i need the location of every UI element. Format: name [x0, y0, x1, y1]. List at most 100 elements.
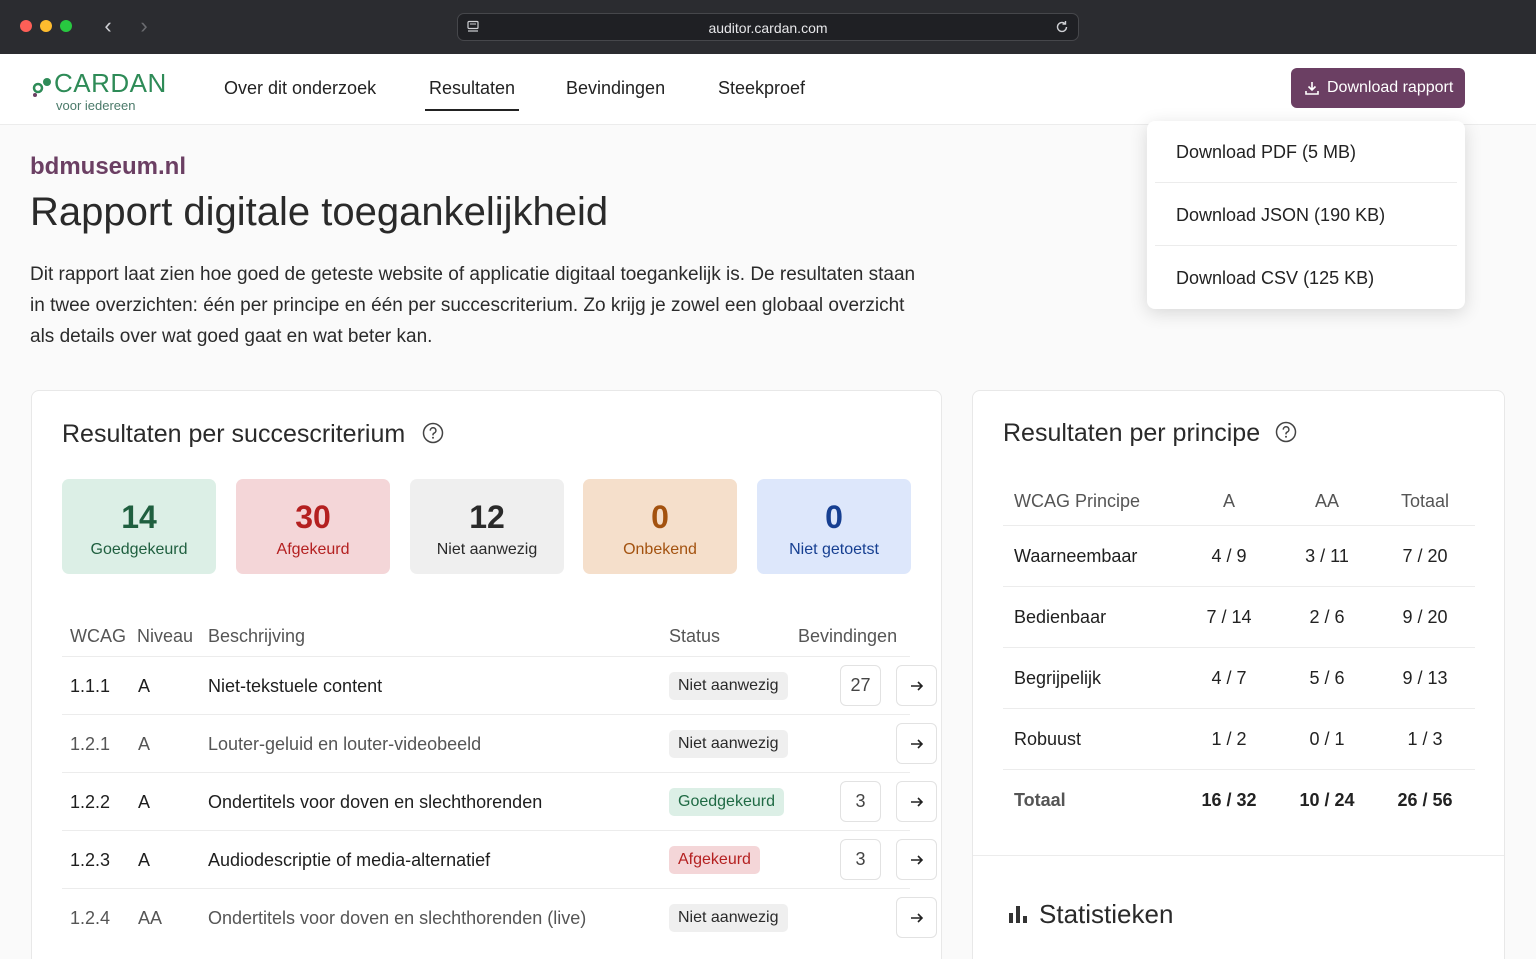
- download-report-button[interactable]: Download rapport: [1291, 68, 1465, 108]
- findings-count: 27: [840, 665, 881, 706]
- principle-a: 7 / 14: [1206, 607, 1252, 627]
- arrow-right-icon: [911, 739, 924, 749]
- principle-a: 4 / 7: [1211, 668, 1247, 688]
- logo-mark-icon: [32, 78, 51, 97]
- table-row: 1.1.1 A Niet-tekstuele content Niet aanwezi…: [62, 656, 937, 714]
- principle-row: Bedienbaar 7 / 14 2 / 6 9 / 20: [1003, 586, 1475, 647]
- level: A: [138, 792, 151, 812]
- close-window-button[interactable]: [20, 20, 32, 32]
- help-icon[interactable]: [422, 422, 444, 444]
- principle-name: Waarneembaar: [1014, 546, 1138, 566]
- cardan-logo[interactable]: CARDAN voor iedereen: [30, 68, 170, 113]
- tile-label: Afgekeurd: [276, 541, 350, 558]
- principle-aa: 0 / 1: [1309, 729, 1345, 749]
- tile-value: 30: [295, 499, 331, 535]
- criteria-title: Resultaten per succescriterium: [62, 420, 406, 448]
- url-text: auditor.cardan.com: [708, 20, 828, 36]
- tile-value: 0: [651, 499, 669, 535]
- statistics-title: Statistieken: [1039, 899, 1174, 929]
- nav-steekproef[interactable]: Steekproef: [718, 78, 805, 99]
- principle-aa: 5 / 6: [1309, 668, 1345, 688]
- arrow-right-icon: [911, 797, 924, 807]
- site-header: CARDAN voor iedereen Over dit onderzoek …: [0, 54, 1536, 125]
- intro-text: Dit rapport laat zien hoe goed de getest…: [30, 264, 916, 347]
- download-pdf-item[interactable]: Download PDF (5 MB): [1155, 121, 1457, 183]
- status-badge: Niet aanwezig: [669, 904, 788, 932]
- description: Niet-tekstuele content: [208, 676, 383, 696]
- principle-total: 7 / 20: [1402, 546, 1448, 566]
- status-badge: Niet aanwezig: [669, 730, 788, 758]
- open-criterion-button[interactable]: [896, 723, 937, 764]
- level: A: [138, 734, 151, 754]
- logo-tagline: voor iedereen: [56, 98, 136, 113]
- maximize-window-button[interactable]: [60, 20, 72, 32]
- open-criterion-button[interactable]: [896, 897, 937, 938]
- col-header-beschrijving: Beschrijving: [208, 626, 306, 646]
- col-header-aa: AA: [1314, 491, 1339, 511]
- address-bar[interactable]: auditor.cardan.com: [457, 13, 1079, 41]
- col-header-niveau: Niveau: [137, 626, 194, 646]
- minimize-window-button[interactable]: [40, 20, 52, 32]
- open-criterion-button[interactable]: [896, 665, 937, 706]
- nav-resultaten[interactable]: Resultaten: [424, 78, 520, 111]
- tile-onbekend[interactable]: 0 Onbekend: [583, 479, 737, 574]
- open-criterion-button[interactable]: [896, 839, 937, 880]
- principle-total: 26 / 56: [1397, 790, 1453, 810]
- principle-aa: 10 / 24: [1299, 790, 1355, 810]
- download-csv-item[interactable]: Download CSV (125 KB): [1155, 247, 1457, 309]
- logo-brand: CARDAN: [54, 68, 167, 98]
- download-report-label: Download rapport: [1327, 79, 1454, 96]
- tile-value: 0: [825, 499, 843, 535]
- site-name: bdmuseum.nl: [30, 153, 187, 180]
- col-header-a: A: [1222, 491, 1235, 511]
- description: Audiodescriptie of media-alternatief: [208, 850, 491, 870]
- tile-label: Niet getoetst: [789, 541, 879, 558]
- col-header-bevindingen: Bevindingen: [798, 626, 898, 646]
- tile-afgekeurd[interactable]: 30 Afgekeurd: [236, 479, 390, 574]
- arrow-right-icon: [911, 913, 924, 923]
- wcag-id: 1.2.1: [70, 734, 111, 754]
- status-badge: Afgekeurd: [669, 846, 760, 874]
- tile-value: 14: [121, 499, 157, 535]
- tile-niet-aanwezig[interactable]: 12 Niet aanwezig: [410, 479, 564, 574]
- col-header-wcag: WCAG: [70, 626, 126, 646]
- findings-count: 3: [840, 839, 881, 880]
- principle-aa: 2 / 6: [1309, 607, 1345, 627]
- open-criterion-button[interactable]: [896, 781, 937, 822]
- tile-label: Niet aanwezig: [436, 541, 538, 558]
- help-icon[interactable]: [1275, 421, 1297, 443]
- col-header-totaal: Totaal: [1400, 491, 1450, 511]
- principle-name: Begrijpelijk: [1014, 668, 1102, 688]
- col-header-principe: WCAG Principe: [1014, 491, 1141, 511]
- tile-label: Onbekend: [623, 541, 697, 558]
- principles-card: Resultaten per principe WCAG Principe A …: [972, 390, 1505, 959]
- wcag-id: 1.2.4: [70, 908, 111, 928]
- principle-name: Totaal: [1014, 790, 1066, 810]
- reload-icon[interactable]: [1054, 19, 1070, 35]
- principle-total: 1 / 3: [1407, 729, 1443, 749]
- principle-row: Begrijpelijk 4 / 7 5 / 6 9 / 13: [1003, 647, 1475, 708]
- level: AA: [138, 908, 163, 928]
- principle-row: Waarneembaar 4 / 9 3 / 11 7 / 20: [1003, 525, 1475, 586]
- total-row: Totaal 16 / 32 10 / 24 26 / 56: [1003, 769, 1475, 830]
- download-icon: [1305, 82, 1319, 95]
- tile-goedgekeurd[interactable]: 14 Goedgekeurd: [62, 479, 216, 574]
- description: Ondertitels voor doven en slechthorenden…: [208, 908, 587, 928]
- nav-over-dit-onderzoek[interactable]: Over dit onderzoek: [224, 78, 376, 99]
- level: A: [138, 850, 151, 870]
- description: Louter-geluid en louter-videobeeld: [208, 734, 482, 754]
- principle-total: 9 / 20: [1402, 607, 1448, 627]
- tile-niet-getoetst[interactable]: 0 Niet getoetst: [757, 479, 911, 574]
- table-row: 1.2.1 A Louter-geluid en louter-videobeeld…: [62, 714, 937, 772]
- back-arrow-icon[interactable]: ‹: [98, 14, 118, 38]
- principle-name: Bedienbaar: [1014, 607, 1107, 627]
- forward-arrow-icon[interactable]: ›: [134, 14, 154, 38]
- principles-title: Resultaten per principe: [1003, 419, 1261, 447]
- wcag-id: 1.2.2: [70, 792, 111, 812]
- nav-bevindingen[interactable]: Bevindingen: [566, 78, 665, 99]
- level: A: [138, 676, 151, 696]
- arrow-right-icon: [911, 855, 924, 865]
- download-json-item[interactable]: Download JSON (190 KB): [1155, 184, 1457, 246]
- principle-a: 16 / 32: [1201, 790, 1257, 810]
- bar-chart-icon: [1009, 906, 1027, 923]
